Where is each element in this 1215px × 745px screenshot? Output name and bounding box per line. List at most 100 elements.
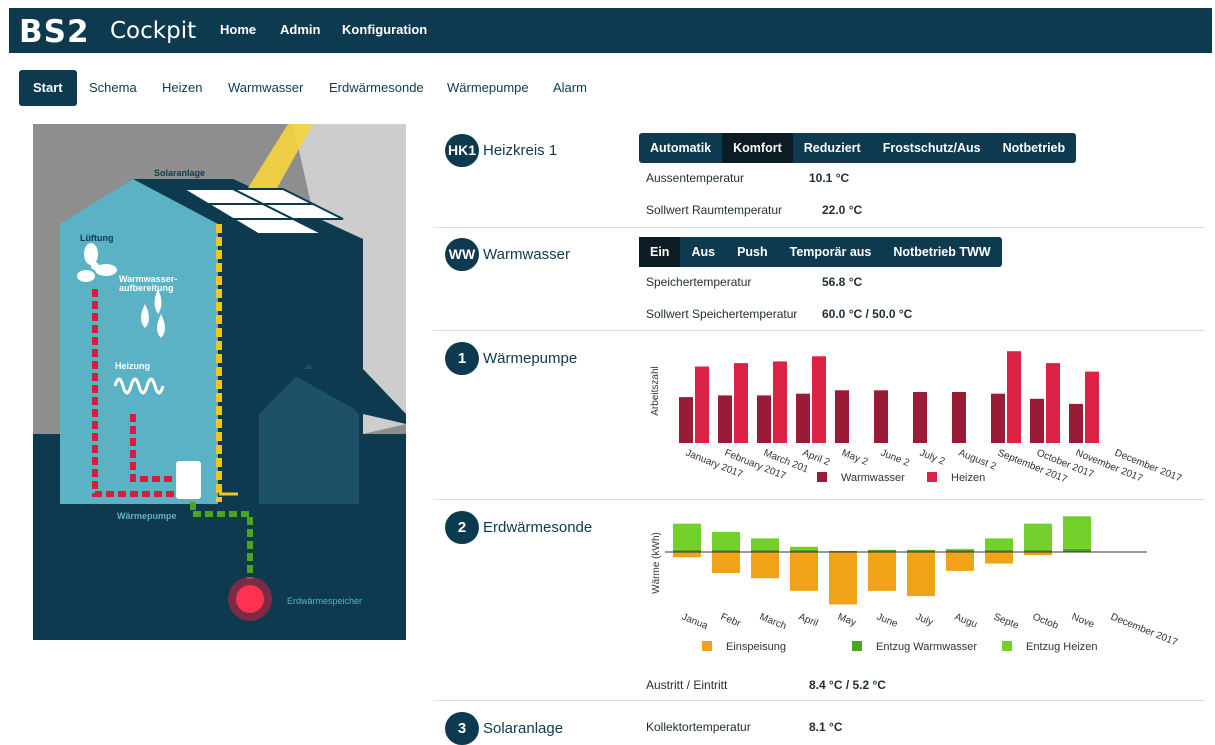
x-tick-label: Febr <box>719 612 743 630</box>
bar-heizen-0 <box>695 366 709 443</box>
top-navbar: BS2 Cockpit Home Admin Konfiguration <box>9 8 1212 53</box>
tab-waermepumpe[interactable]: Wärmepumpe <box>447 70 529 106</box>
app-name[interactable]: Cockpit <box>110 18 196 44</box>
speichertemperatur-label: Speichertemperatur <box>646 275 752 289</box>
bar-0-6 <box>907 552 935 597</box>
tab-warmwasser[interactable]: Warmwasser <box>228 70 303 106</box>
section-warmwasser: WW Warmwasser Ein Aus Push Temporär aus … <box>433 227 1205 331</box>
bar-2-9 <box>1024 523 1052 550</box>
mode-automatik-button[interactable]: Automatik <box>639 133 722 163</box>
bar-2-8 <box>985 538 1013 550</box>
section-erdwaermesonde: 2 Erdwärmesonde Wärme (kWh) Janua Febr Marc… <box>433 499 1205 701</box>
mode-komfort-button[interactable]: Komfort <box>722 133 793 163</box>
warmwasser-title: Warmwasser <box>483 246 570 263</box>
legend-swatch-0 <box>702 641 712 651</box>
bar-warmwasser-7 <box>952 392 966 443</box>
bar-0-3 <box>790 552 818 591</box>
bar-warmwasser-1 <box>718 395 732 443</box>
x-tick-label: April <box>797 612 820 630</box>
bar-2-3 <box>790 546 818 550</box>
x-tick-label: Octob <box>1031 612 1060 632</box>
tab-schema[interactable]: Schema <box>89 70 137 106</box>
bar-warmwasser-9 <box>1030 398 1044 443</box>
heizkreis-mode-group: Automatik Komfort Reduziert Frostschutz/… <box>639 133 1077 163</box>
badge-ww: WW <box>445 238 479 271</box>
bar-heizen-2 <box>773 361 787 443</box>
speichertemperatur-value: 56.8 °C <box>822 275 863 289</box>
waerme-chart: Wärme (kWh) Janua Febr March April May June Jul… <box>651 516 1179 653</box>
tab-start[interactable]: Start <box>19 70 77 106</box>
sollwert-speicher-value: 60.0 °C / 50.0 °C <box>822 307 913 321</box>
x-tick-label: June <box>875 612 900 630</box>
bar-warmwasser-0 <box>679 397 693 443</box>
label-erdwaermespeicher: Erdwärmespeicher <box>287 596 363 606</box>
heizkreis-title: Heizkreis 1 <box>483 142 558 159</box>
bar-heizen-10 <box>1085 371 1099 443</box>
tab-erdwaermesonde[interactable]: Erdwärmesonde <box>329 70 424 106</box>
x-tick-label: March <box>758 612 788 633</box>
badge-wp: 1 <box>445 342 479 375</box>
mode-notbetrieb-tww-button[interactable]: Notbetrieb TWW <box>882 237 1001 267</box>
bar-0-0 <box>673 552 701 558</box>
kollektortemperatur-value: 8.1 °C <box>809 720 843 734</box>
nav-konfiguration[interactable]: Konfiguration <box>342 22 427 37</box>
aussentemperatur-label: Aussentemperatur <box>646 171 745 185</box>
label-lueftung: Lüftung <box>80 233 114 243</box>
mode-reduziert-button[interactable]: Reduziert <box>793 133 872 163</box>
bar-warmwasser-2 <box>757 395 771 443</box>
legend-label-1: Heizen <box>951 472 985 484</box>
legend-label-2: Entzug Heizen <box>1026 641 1098 653</box>
mode-frostschutz-button[interactable]: Frostschutz/Aus <box>872 133 992 163</box>
x-tick-label: June 2 <box>879 448 911 470</box>
waermepumpe-title: Wärmepumpe <box>483 350 578 367</box>
warmwasser-mode-group: Ein Aus Push Temporär aus Notbetrieb TWW <box>639 237 1002 267</box>
legend-swatch-2 <box>1002 641 1012 651</box>
legend-swatch-1 <box>852 641 862 651</box>
bar-2-10 <box>1063 516 1091 549</box>
bar-0-5 <box>868 552 896 591</box>
x-tick-label: December 2017 <box>1109 612 1179 649</box>
bar-0-4 <box>829 552 857 605</box>
austritt-eintritt-label: Austritt / Eintritt <box>646 678 728 692</box>
y-axis-label: Arbeitszahl <box>650 366 661 415</box>
tab-heizen[interactable]: Heizen <box>162 70 202 106</box>
section-waermepumpe: 1 Wärmepumpe Arbeitszahl January 2017 Febr… <box>433 330 1205 500</box>
tab-alarm[interactable]: Alarm <box>553 70 587 106</box>
nav-home[interactable]: Home <box>220 22 256 37</box>
kollektortemperatur-label: Kollektortemperatur <box>646 720 751 734</box>
mode-temporaer-aus-button[interactable]: Temporär aus <box>779 237 883 267</box>
mode-notbetrieb-button[interactable]: Notbetrieb <box>992 133 1077 163</box>
mode-ein-button[interactable]: Ein <box>639 237 681 267</box>
bar-heizen-9 <box>1046 363 1060 443</box>
x-tick-label: May 2 <box>840 448 870 469</box>
bar-2-2 <box>751 538 779 550</box>
austritt-eintritt-value: 8.4 °C / 5.2 °C <box>809 678 886 692</box>
legend-swatch-0 <box>817 472 827 482</box>
y-axis-label: Wärme (kWh) <box>651 532 662 594</box>
section-solaranlage: 3 Solaranlage Kollektortemperatur 8.1 °C <box>433 700 1205 745</box>
bar-warmwasser-6 <box>913 392 927 443</box>
label-warmwasser-2: aufbereitung <box>119 283 174 293</box>
bar-heizen-1 <box>734 363 748 443</box>
house-schematic-graphic <box>33 124 406 640</box>
bar-0-8 <box>985 552 1013 564</box>
x-tick-label: Janua <box>680 612 710 633</box>
bar-warmwasser-8 <box>991 393 1005 443</box>
erdwaermesonde-title: Erdwärmesonde <box>483 519 593 536</box>
sollwert-speicher-label: Sollwert Speichertemperatur <box>646 307 798 321</box>
mode-push-button[interactable]: Push <box>726 237 779 267</box>
badge-hk1: HK1 <box>445 134 479 167</box>
aussentemperatur-value: 10.1 °C <box>809 171 850 185</box>
bar-0-7 <box>946 552 974 571</box>
x-tick-label: Nove <box>1070 612 1096 631</box>
solaranlage-title: Solaranlage <box>483 720 564 737</box>
mode-aus-button[interactable]: Aus <box>680 237 726 267</box>
bar-2-7 <box>946 548 974 550</box>
x-tick-label: August 2 <box>957 448 998 473</box>
house-schematic: Solaranlage Lüftung Warmwasser- aufberei… <box>33 124 406 640</box>
nav-admin[interactable]: Admin <box>280 22 320 37</box>
legend-label-0: Warmwasser <box>841 472 905 484</box>
x-tick-label: July 2 <box>918 448 947 468</box>
arbeitszahl-chart: ArbeitszahlJanuary 2017February 2017Marc… <box>650 351 1183 486</box>
app-logo[interactable]: BS2 <box>19 14 90 50</box>
